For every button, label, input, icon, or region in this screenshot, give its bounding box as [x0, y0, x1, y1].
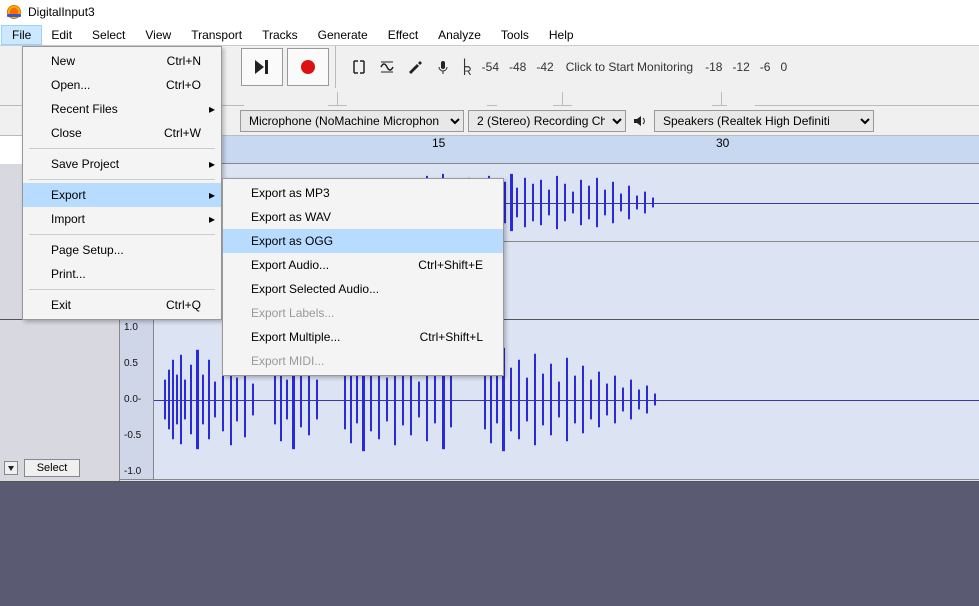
meter-tick: -6	[760, 60, 771, 74]
menu-item-label: Export as WAV	[251, 210, 331, 224]
menu-item-label: Exit	[51, 298, 71, 312]
export-menu-item[interactable]: Export Multiple... Ctrl+Shift+L	[223, 325, 503, 349]
menu-item-label: Export	[51, 188, 86, 202]
menu-item-label: Page Setup...	[51, 243, 124, 257]
menu-item-accelerator: Ctrl+Q	[166, 298, 201, 312]
submenu-arrow-icon: ▸	[209, 157, 215, 171]
toolbar-separator	[335, 46, 336, 88]
meter-message[interactable]: Click to Start Monitoring	[566, 60, 693, 74]
track-select-button[interactable]: Select	[24, 459, 80, 477]
file-menu-item[interactable]: Exit Ctrl+Q	[23, 293, 221, 317]
meter-tick: -42	[536, 60, 553, 74]
menu-select[interactable]: Select	[82, 26, 135, 44]
file-menu-item[interactable]: Print...	[23, 262, 221, 286]
menu-separator	[29, 148, 215, 149]
file-menu-item[interactable]: Export ▸	[23, 183, 221, 207]
menu-item-accelerator: Ctrl+O	[166, 78, 201, 92]
menu-view[interactable]: View	[135, 26, 181, 44]
menu-transport[interactable]: Transport	[181, 26, 252, 44]
submenu-arrow-icon: ▸	[209, 188, 215, 202]
mic-icon[interactable]	[429, 54, 457, 80]
envelope-tool-icon[interactable]	[373, 54, 401, 80]
menu-item-accelerator: Ctrl+Shift+E	[418, 258, 483, 272]
scale-label: 0.5	[124, 358, 138, 369]
export-submenu: Export as MP3 Export as WAV Export as OGG E…	[222, 178, 504, 376]
output-device-select[interactable]: Speakers (Realtek High Definiti	[654, 110, 874, 132]
menu-item-accelerator: Ctrl+N	[167, 54, 201, 68]
export-menu-item: Export MIDI...	[223, 349, 503, 373]
menu-analyze[interactable]: Analyze	[428, 26, 491, 44]
menu-item-accelerator: Ctrl+Shift+L	[420, 330, 483, 344]
menu-file[interactable]: File	[2, 26, 41, 44]
app-logo-icon	[6, 4, 22, 20]
ruler-tick-30: 30	[716, 136, 729, 150]
submenu-arrow-icon: ▸	[209, 102, 215, 116]
meter-r-label: R	[463, 67, 472, 75]
menu-item-label: Close	[51, 126, 82, 140]
window-title: DigitalInput3	[28, 5, 95, 19]
menu-item-label: Export Audio...	[251, 258, 329, 272]
menu-item-label: Export Selected Audio...	[251, 282, 379, 296]
recording-meter[interactable]: LR -54 -48 -42 Click to Start Monitoring…	[463, 59, 791, 75]
skip-end-button[interactable]	[241, 48, 283, 86]
menu-item-label: New	[51, 54, 75, 68]
menu-item-label: Export as OGG	[251, 234, 333, 248]
menu-separator	[29, 289, 215, 290]
menu-item-label: Print...	[51, 267, 86, 281]
meter-tick: -48	[509, 60, 526, 74]
submenu-arrow-icon: ▸	[209, 212, 215, 226]
menu-help[interactable]: Help	[539, 26, 584, 44]
export-menu-item[interactable]: Export as WAV	[223, 205, 503, 229]
export-menu-item[interactable]: Export Selected Audio...	[223, 277, 503, 301]
menu-item-label: Export Multiple...	[251, 330, 340, 344]
selection-tool-icon[interactable]	[345, 54, 373, 80]
menu-tracks[interactable]: Tracks	[252, 26, 308, 44]
menu-generate[interactable]: Generate	[308, 26, 378, 44]
export-menu-item[interactable]: Export Audio... Ctrl+Shift+E	[223, 253, 503, 277]
recording-channels-select[interactable]: 2 (Stereo) Recording Chai	[468, 110, 626, 132]
file-menu-dropdown: New Ctrl+N Open... Ctrl+O Recent Files ▸ Close…	[22, 46, 222, 320]
menu-effect[interactable]: Effect	[378, 26, 428, 44]
titlebar: DigitalInput3	[0, 0, 979, 24]
meter-tick: -18	[705, 60, 722, 74]
meter-tick: 0	[780, 60, 787, 74]
meter-tick: -54	[482, 60, 499, 74]
track-menu-button[interactable]	[4, 461, 18, 475]
menubar: File Edit Select View Transport Tracks G…	[0, 24, 979, 46]
menu-separator	[29, 179, 215, 180]
ruler-tick-15: 15	[432, 136, 445, 150]
menu-item-label: Open...	[51, 78, 90, 92]
track-header[interactable]: Select	[0, 320, 120, 481]
file-menu-item[interactable]: Close Ctrl+W	[23, 121, 221, 145]
record-button[interactable]	[287, 48, 329, 86]
meter-tick: -12	[732, 60, 749, 74]
file-menu-item[interactable]: New Ctrl+N	[23, 49, 221, 73]
menu-item-label: Import	[51, 212, 85, 226]
menu-item-label: Export Labels...	[251, 306, 334, 320]
export-menu-item[interactable]: Export as MP3	[223, 181, 503, 205]
menu-item-label: Export as MP3	[251, 186, 330, 200]
file-menu-item[interactable]: Recent Files ▸	[23, 97, 221, 121]
draw-tool-icon[interactable]	[401, 54, 429, 80]
speaker-icon	[630, 111, 650, 131]
scale-label: 1.0	[124, 322, 138, 333]
scale-label: -1.0	[124, 466, 141, 477]
file-menu-item[interactable]: Open... Ctrl+O	[23, 73, 221, 97]
file-menu-item[interactable]: Page Setup...	[23, 238, 221, 262]
menu-item-label: Export MIDI...	[251, 354, 324, 368]
menu-edit[interactable]: Edit	[41, 26, 82, 44]
menu-separator	[29, 234, 215, 235]
menu-tools[interactable]: Tools	[491, 26, 539, 44]
menu-item-label: Save Project	[51, 157, 119, 171]
menu-item-accelerator: Ctrl+W	[164, 126, 201, 140]
input-device-select[interactable]: Microphone (NoMachine Microphon	[240, 110, 464, 132]
scale-label: 0.0-	[124, 394, 141, 405]
scale-label: -0.5	[124, 430, 141, 441]
file-menu-item[interactable]: Import ▸	[23, 207, 221, 231]
menu-item-label: Recent Files	[51, 102, 118, 116]
export-menu-item: Export Labels...	[223, 301, 503, 325]
file-menu-item[interactable]: Save Project ▸	[23, 152, 221, 176]
export-menu-item[interactable]: Export as OGG	[223, 229, 503, 253]
timeline-ruler[interactable]: 15 30	[120, 136, 979, 164]
